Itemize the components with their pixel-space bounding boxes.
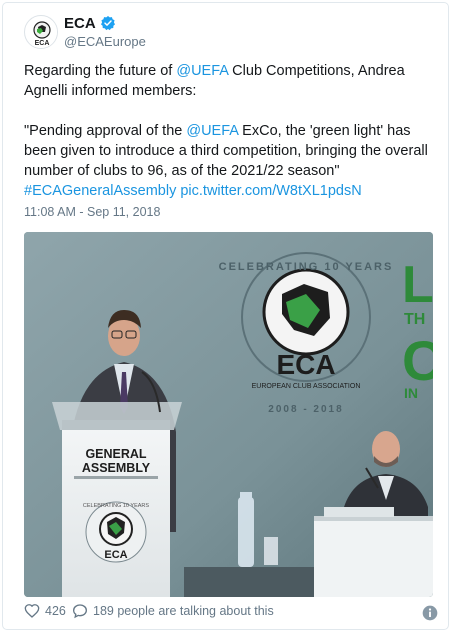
avatar[interactable]: ECA [24,15,58,49]
tweet-paragraph-quote: "Pending approval of the @UEFA ExCo, the… [24,121,429,201]
svg-text:CELEBRATING 10 YEARS: CELEBRATING 10 YEARS [219,261,394,273]
tweet-text: Regarding the future of @UEFA Club Compe… [24,61,429,201]
tweet-card: ECA ECA @ECAEurope Regarding the future … [2,2,449,630]
talking-count: 189 people are talking about this [93,604,274,618]
display-name[interactable]: ECA [64,15,146,33]
banner-letters: L TH C IN [402,256,433,401]
svg-text:EUROPEAN CLUB ASSOCIATION: EUROPEAN CLUB ASSOCIATION [252,383,361,390]
author-names: ECA @ECAEurope [64,15,146,51]
display-name-text[interactable]: ECA [64,15,96,32]
like-count: 426 [45,604,66,618]
tweet-footer: 426 189 people are talking about this [24,603,439,623]
author-handle[interactable]: @ECAEurope [64,33,146,51]
quote-text: "Pending approval of the [24,123,187,139]
svg-text:TH: TH [404,311,425,328]
svg-text:ECA: ECA [104,549,127,561]
svg-text:IN: IN [404,385,418,401]
media-link[interactable]: pic.twitter.com/W8tXL1pdsN [180,183,361,199]
svg-text:ECA: ECA [276,349,335,380]
svg-text:ASSEMBLY: ASSEMBLY [82,461,151,475]
heart-icon [24,604,40,618]
eca-logo-icon: ECA [26,17,57,48]
mention-uefa-link[interactable]: @UEFA [176,63,228,79]
mention-uefa-link[interactable]: @UEFA [186,123,238,139]
tweet-paragraph-intro: Regarding the future of @UEFA Club Compe… [24,61,429,101]
comment-action[interactable]: 189 people are talking about this [72,603,274,619]
tweet-timestamp[interactable]: 11:08 AM - Sep 11, 2018 [24,205,160,219]
intro-text: Regarding the future of [24,63,177,79]
podium: GENERAL ASSEMBLY CELEBRATING 10 YEARS EC… [52,402,182,597]
comment-bubble-icon [72,604,88,619]
svg-text:ECA: ECA [35,40,50,47]
like-action[interactable]: 426 [24,603,66,619]
svg-text:C: C [402,329,433,392]
svg-text:CELEBRATING 10 YEARS: CELEBRATING 10 YEARS [83,503,149,509]
tweet-photo[interactable]: CELEBRATING 10 YEARS ECA EUROPEAN CLUB A… [24,232,433,597]
hashtag-link[interactable]: #ECAGeneralAssembly [24,183,176,199]
info-icon[interactable] [422,605,438,621]
verified-badge-icon [100,16,115,31]
tweet-header: ECA ECA @ECAEurope [24,15,424,51]
svg-text:2008 - 2018: 2008 - 2018 [268,404,343,415]
photo-scene: CELEBRATING 10 YEARS ECA EUROPEAN CLUB A… [24,232,433,597]
svg-text:GENERAL: GENERAL [85,447,146,461]
svg-text:L: L [402,256,433,314]
